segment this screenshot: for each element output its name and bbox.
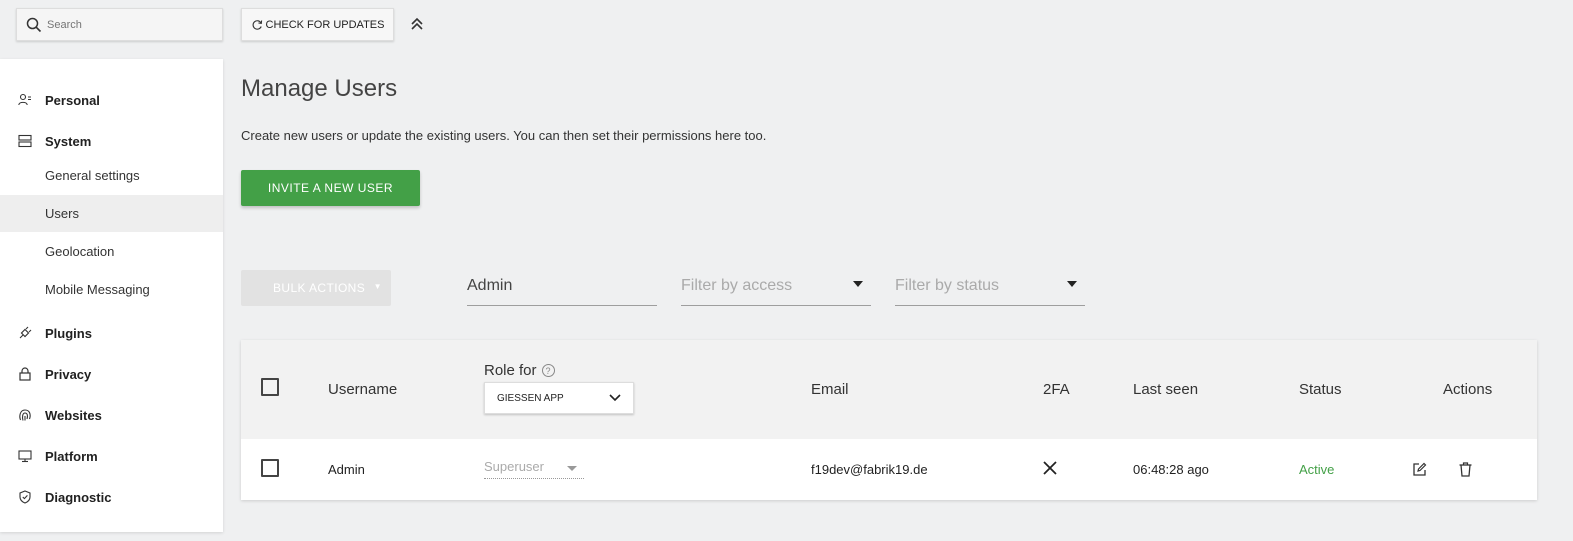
filter-by-access-placeholder: Filter by access: [681, 276, 793, 294]
invite-new-user-button[interactable]: INVITE A NEW USER: [241, 170, 420, 206]
role-for-header: Role for ? GIESSEN APP: [484, 362, 634, 414]
row-checkbox[interactable]: [261, 459, 279, 477]
server-icon: [18, 134, 32, 148]
check-for-updates-label: CHECK FOR UPDATES: [265, 18, 385, 31]
dropdown-arrow-icon: [567, 466, 577, 471]
page-description: Create new users or update the existing …: [241, 128, 767, 143]
cell-status: Active: [1299, 462, 1335, 477]
refresh-icon: [252, 19, 262, 30]
sidebar-section-label: Diagnostic: [45, 489, 112, 505]
cell-last-seen: 06:48:28 ago: [1133, 462, 1209, 477]
role-site-value: GIESSEN APP: [497, 392, 564, 404]
table-header: Username Role for ? GIESSEN APP Email 2F…: [241, 340, 1537, 439]
sidebar-section-label: Privacy: [45, 366, 92, 382]
user-icon: [18, 93, 32, 107]
header-last-seen[interactable]: Last seen: [1133, 381, 1198, 398]
sidebar-section-label: System: [45, 133, 92, 149]
sidebar-item-users[interactable]: Users: [0, 195, 223, 232]
users-table: Username Role for ? GIESSEN APP Email 2F…: [241, 340, 1537, 500]
dropdown-arrow-icon: [853, 281, 863, 287]
sidebar-section-privacy[interactable]: Privacy: [0, 359, 223, 389]
sidebar-item-general-settings[interactable]: General settings: [0, 157, 223, 194]
role-site-select[interactable]: GIESSEN APP: [484, 382, 634, 414]
sidebar-section-label: Platform: [45, 448, 98, 464]
cell-role: Superuser: [484, 459, 544, 474]
sidebar-section-label: Personal: [45, 92, 100, 108]
sidebar-section-system[interactable]: System: [0, 126, 223, 156]
select-all-checkbox[interactable]: [261, 378, 279, 396]
double-chevron-up-icon: [411, 17, 423, 30]
text-filter-value: Admin: [467, 276, 513, 294]
filter-by-access-select[interactable]: Filter by access: [681, 266, 871, 306]
collapse-header-button[interactable]: [408, 14, 426, 34]
sidebar-section-websites[interactable]: Websites: [0, 400, 223, 430]
page-title: Manage Users: [241, 75, 398, 102]
search-icon: [26, 17, 42, 32]
header-email[interactable]: Email: [811, 381, 849, 398]
bulk-actions-label: BULK ACTIONS: [273, 281, 366, 295]
sidebar-section-diagnostic[interactable]: Diagnostic: [0, 482, 223, 512]
sidebar-item-mobile-messaging[interactable]: Mobile Messaging: [0, 271, 223, 308]
cell-email: f19dev@fabrik19.de: [811, 462, 928, 477]
search-input[interactable]: [47, 18, 207, 31]
chevron-down-icon: [609, 394, 621, 402]
sidebar-section-plugins[interactable]: Plugins: [0, 318, 223, 348]
search-box[interactable]: [16, 8, 223, 41]
shield-icon: [18, 490, 32, 504]
help-icon[interactable]: ?: [541, 364, 555, 377]
monitor-icon: [18, 449, 32, 463]
plug-icon: [18, 326, 32, 340]
check-for-updates-button[interactable]: CHECK FOR UPDATES: [241, 8, 394, 41]
sidebar-item-geolocation[interactable]: Geolocation: [0, 233, 223, 270]
sidebar: Personal System General settings Users G…: [0, 59, 223, 532]
lock-icon: [18, 367, 32, 381]
edit-icon[interactable]: [1411, 461, 1427, 477]
text-filter-input[interactable]: Admin: [467, 266, 657, 306]
filter-by-status-select[interactable]: Filter by status: [895, 266, 1085, 306]
row-role-select[interactable]: Superuser: [484, 459, 584, 479]
sidebar-section-platform[interactable]: Platform: [0, 441, 223, 471]
bulk-actions-button[interactable]: BULK ACTIONS ▼: [241, 270, 391, 306]
sidebar-section-label: Plugins: [45, 325, 92, 341]
caret-down-icon: ▼: [373, 282, 382, 291]
dropdown-arrow-icon: [1067, 281, 1077, 287]
close-icon: [1042, 460, 1058, 476]
header-2fa: 2FA: [1043, 381, 1070, 398]
filter-by-status-placeholder: Filter by status: [895, 276, 1000, 294]
cell-username: Admin: [328, 462, 365, 477]
trash-icon[interactable]: [1457, 461, 1473, 477]
header-status[interactable]: Status: [1299, 381, 1342, 398]
sidebar-section-label: Websites: [45, 407, 102, 423]
fingerprint-icon: [18, 408, 32, 422]
header-actions: Actions: [1443, 381, 1493, 398]
header-username[interactable]: Username: [328, 381, 397, 398]
header-role-for: Role for: [484, 362, 537, 379]
sidebar-section-personal[interactable]: Personal: [0, 85, 223, 115]
